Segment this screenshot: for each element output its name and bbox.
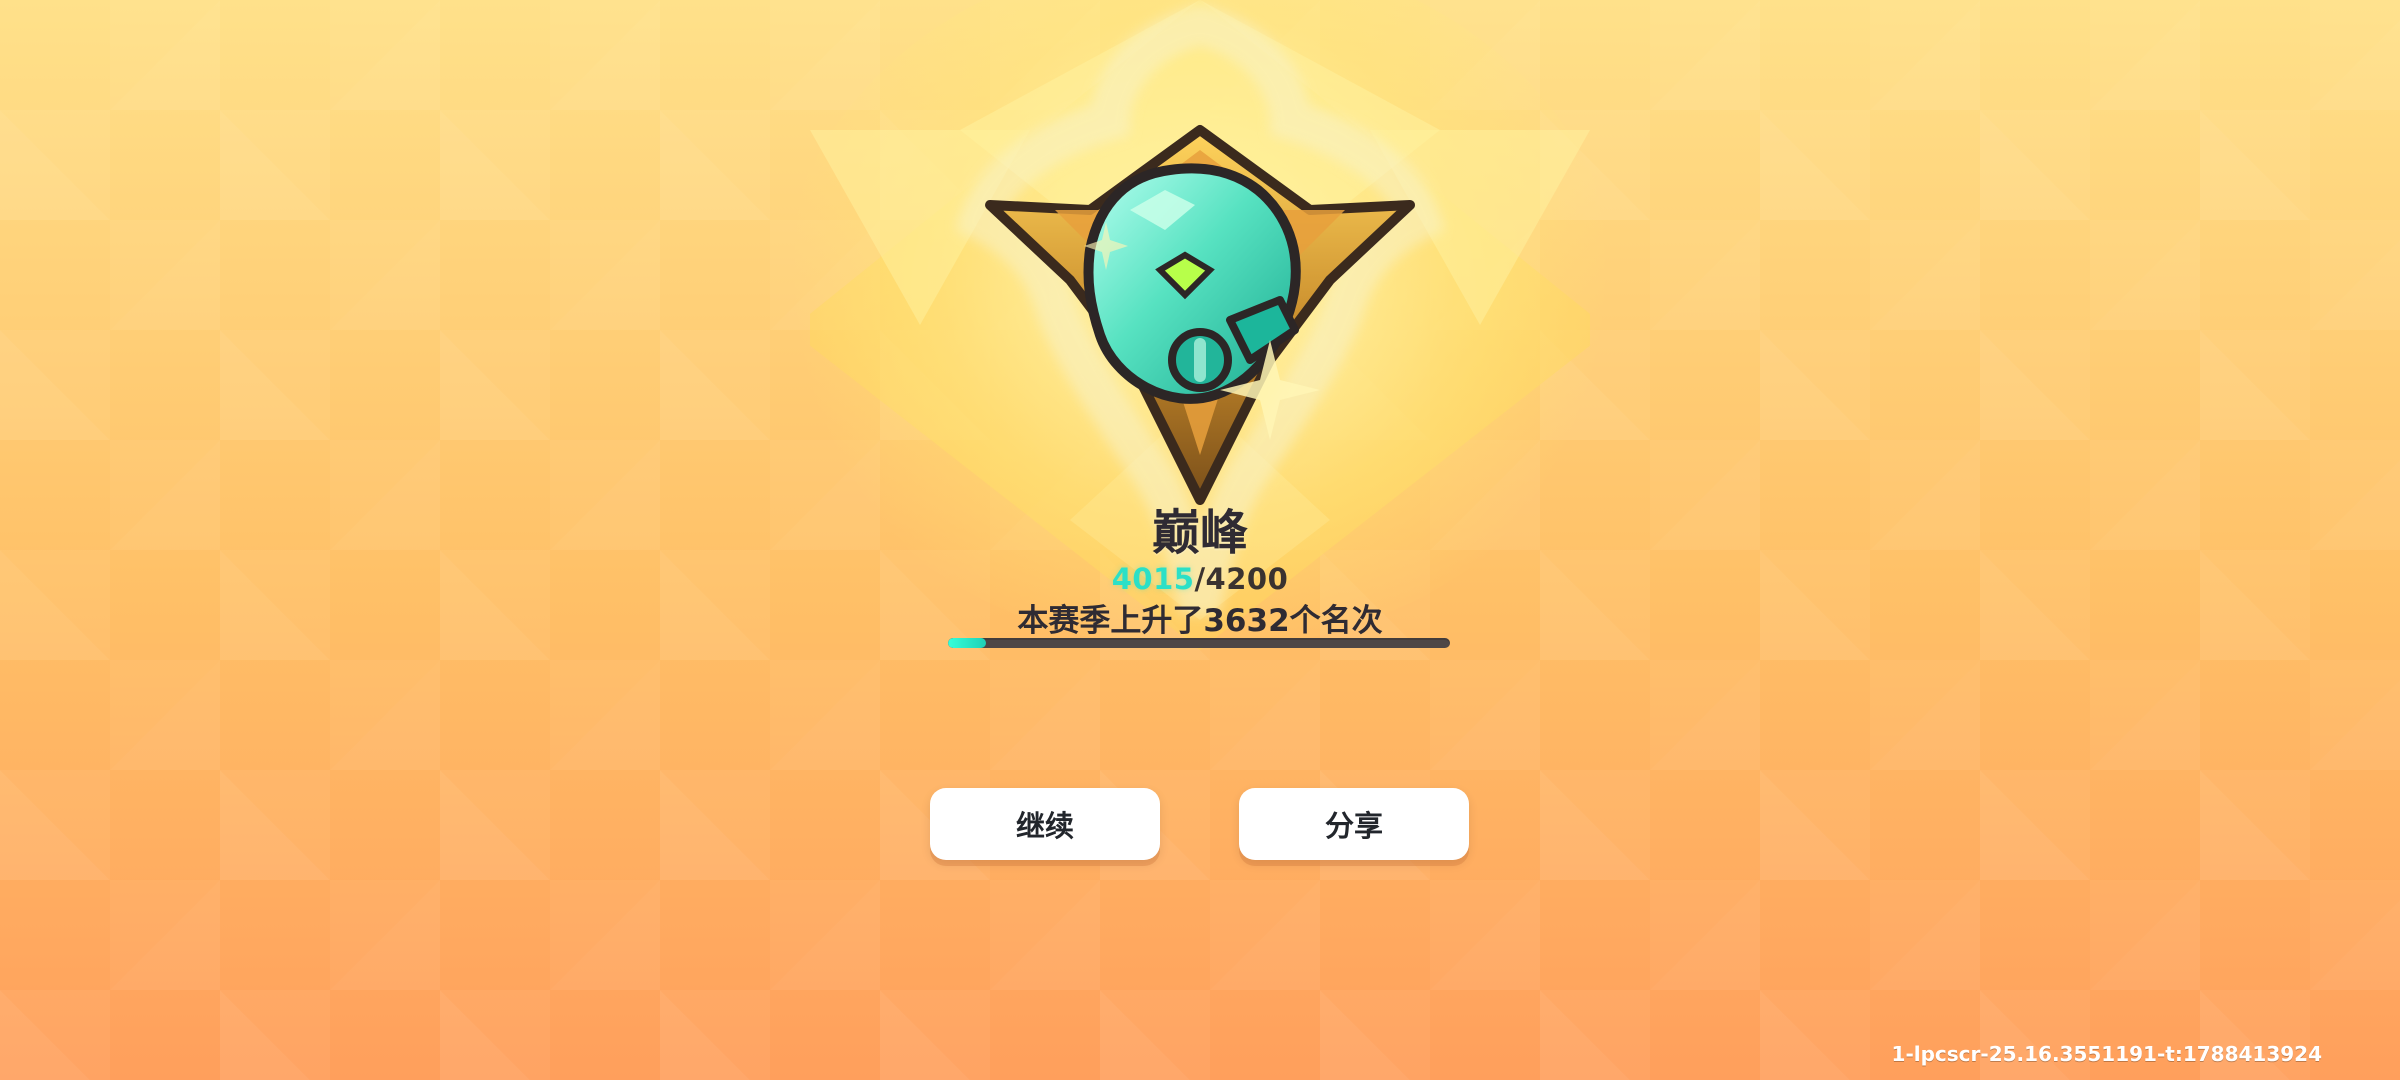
- rank-score: 4015/4200: [1000, 562, 1400, 596]
- score-separator: /: [1194, 562, 1206, 596]
- rank-name: 巅峰: [1151, 505, 1248, 561]
- rank-progress-bar: [948, 638, 1450, 648]
- score-total: 4200: [1205, 562, 1289, 596]
- build-version-text: 1-lpcscr-25.16.3551191-t:1788413924: [1891, 1042, 2322, 1066]
- rank-progress-fill: [948, 638, 986, 648]
- season-rank-change-text: 本赛季上升了3632个名次: [1017, 603, 1383, 639]
- score-current: 4015: [1111, 562, 1195, 596]
- continue-button[interactable]: 继续: [930, 788, 1160, 860]
- rank-result-panel: 巅峰 4015/4200 本赛季上升了3632个名次 继续 分享: [0, 0, 2400, 1080]
- share-button[interactable]: 分享: [1239, 788, 1469, 860]
